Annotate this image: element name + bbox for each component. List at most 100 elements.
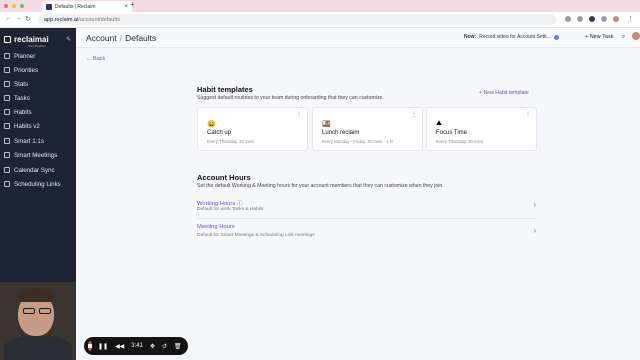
breadcrumb: Account / Defaults (86, 33, 156, 43)
browser-tab-bar: Defaults | Reclaim × + (0, 0, 640, 12)
sidebar-item-smart-1-1s[interactable]: Smart 1:1s (4, 135, 74, 147)
chevron-right-icon: › (533, 202, 536, 209)
now-controls-icon[interactable] (553, 34, 559, 40)
chevron-right-icon: › (533, 228, 536, 235)
back-link[interactable]: ← Back (86, 56, 105, 62)
calendar-icon (4, 53, 10, 59)
more-options-icon[interactable]: ⋮ (296, 111, 302, 118)
address-bar: ← → ↻ app.reclaim.ai/account/defaults ⋮ (0, 12, 640, 28)
tab-title: Defaults | Reclaim (55, 3, 96, 10)
presenter-body (4, 336, 72, 360)
recording-controls: ❚❚ ◀◀ 3:41 ✥ ↺ 🗑 (84, 337, 188, 355)
extension-icon[interactable] (577, 16, 583, 22)
more-options-icon[interactable]: ⋮ (525, 111, 531, 118)
meeting-hours-row[interactable]: Meeting Hours Default for Smart Meetings… (197, 224, 536, 246)
extension-icon[interactable] (601, 16, 607, 22)
drag-handle-icon[interactable]: ✥ (150, 343, 155, 350)
sidebar-item-planner[interactable]: Planner (4, 50, 74, 62)
sidebar-item-scheduling-links[interactable]: Scheduling Links (4, 178, 74, 190)
more-options-icon[interactable]: ⋮ (411, 111, 417, 118)
stop-recording-button[interactable] (88, 341, 92, 351)
delete-icon[interactable]: 🗑 (174, 343, 182, 350)
presenter-hair (18, 288, 54, 302)
logo[interactable]: reclaimai (4, 35, 49, 44)
sidebar-item-label: Smart 1:1s (14, 137, 44, 145)
habit-title: Lunch reclaim (322, 130, 360, 136)
sidebar-item-label: Stats (14, 80, 29, 88)
account-hours-title: Account Hours (197, 173, 251, 182)
sidebar-item-label: Habits v2 (14, 122, 40, 130)
back-arrow-icon[interactable]: ← (5, 15, 12, 22)
habit-title: Focus Time (436, 130, 468, 136)
avatar[interactable] (632, 32, 640, 40)
collapse-sidebar-icon[interactable]: ✎ (66, 36, 71, 43)
sidebar-item-tasks[interactable]: Tasks (4, 92, 74, 104)
header: Account / Defaults Now: Record video for A… (76, 28, 640, 48)
pause-icon[interactable]: ❚❚ (98, 343, 108, 350)
meeting-hours-title: Meeting Hours (197, 224, 235, 230)
sidebar-item-smart-meetings[interactable]: Smart Meetings (4, 149, 74, 161)
account-hours-subtitle: Set the default Working & Meeting hours … (197, 183, 444, 189)
habit-templates-title: Habit templates (197, 85, 253, 94)
new-tab-button[interactable]: + (130, 0, 135, 9)
sidebar-item-calendar-sync[interactable]: Calendar Sync (4, 164, 74, 176)
minimize-window-icon[interactable] (12, 4, 16, 8)
habit-schedule: Every Thursday, 30 mins (207, 139, 255, 144)
restart-icon[interactable]: ↺ (162, 343, 167, 350)
habit-card-catch-up[interactable]: ⋮ 😄 Catch up Every Thursday, 30 mins (197, 107, 308, 151)
people-icon (4, 138, 10, 144)
close-window-icon[interactable] (4, 4, 8, 8)
webcam-overlay (0, 282, 76, 360)
profile-avatar-icon[interactable] (613, 16, 619, 22)
new-task-button[interactable]: + New Task (585, 34, 613, 40)
reclaim-logo-icon (4, 36, 11, 43)
meetings-icon (4, 152, 10, 158)
search-icon[interactable]: ⌕ (622, 34, 625, 41)
browser-tab[interactable]: Defaults | Reclaim × (42, 1, 132, 12)
forward-arrow-icon[interactable]: → (15, 15, 22, 22)
sidebar-item-habits[interactable]: Habits (4, 106, 74, 118)
sidebar-item-label: Priorities (14, 66, 39, 74)
habit-emoji: 😄 (207, 121, 216, 128)
habit-card-focus-time[interactable]: ⋮ ⛰ Focus Time Every Thursday, 30 mins (426, 107, 537, 151)
sidebar-item-label: Smart Meetings (14, 151, 58, 159)
link-icon (4, 181, 10, 187)
sidebar-item-label: Tasks (14, 94, 30, 102)
sidebar-item-label: Scheduling Links (14, 180, 61, 188)
working-hours-row[interactable]: Working Hours ⓘ Default for work Tasks &… (197, 198, 536, 220)
priorities-icon (4, 67, 10, 73)
rewind-icon[interactable]: ◀◀ (115, 343, 124, 350)
tab-close-icon[interactable]: × (124, 4, 128, 10)
habit-emoji: 🍱 (322, 121, 331, 128)
extension-icon[interactable] (565, 16, 571, 22)
habit-title: Catch up (207, 130, 232, 136)
habit-card-lunch-reclaim[interactable]: ⋮ 🍱 Lunch reclaim Every Monday - Friday,… (312, 107, 423, 151)
stats-icon (4, 81, 10, 87)
working-hours-desc: Default for work Tasks & Habits (197, 207, 264, 212)
sidebar-item-label: Calendar Sync (14, 166, 55, 174)
breadcrumb-account[interactable]: Account (86, 33, 117, 43)
tasks-icon (4, 95, 10, 101)
glasses-lens (39, 308, 51, 314)
url-field[interactable]: app.reclaim.ai/account/defaults (38, 14, 556, 25)
sidebar-item-habits-v2[interactable]: Habits v2 (4, 120, 74, 132)
recording-time: 3:41 (131, 343, 143, 349)
habit-schedule: Every Monday - Friday, 30 mins - 1 hr (322, 139, 394, 144)
logo-text: reclaimai (14, 35, 49, 44)
habit-templates-subtitle: Suggest default routines to your team du… (197, 95, 384, 101)
new-habit-template-button[interactable]: + New Habit template (479, 90, 529, 96)
glasses-lens (23, 308, 35, 314)
browser-menu-icon[interactable]: ⋮ (627, 15, 634, 23)
sidebar-item-stats[interactable]: Stats (4, 78, 74, 90)
meeting-hours-desc: Default for Smart Meetings & Scheduling … (197, 233, 315, 238)
sync-icon (4, 167, 10, 173)
breadcrumb-defaults: Defaults (125, 33, 157, 43)
sidebar-item-priorities[interactable]: Priorities (4, 64, 74, 76)
reclaim-favicon-icon (46, 3, 52, 10)
sidebar-item-label: Planner (14, 52, 36, 60)
now-indicator[interactable]: Now: Record video for Account Setti... (464, 34, 559, 40)
reclaim-extension-icon[interactable] (589, 16, 595, 22)
reload-icon[interactable]: ↻ (25, 15, 31, 23)
breadcrumb-separator: / (119, 33, 123, 43)
maximize-window-icon[interactable] (20, 4, 24, 8)
